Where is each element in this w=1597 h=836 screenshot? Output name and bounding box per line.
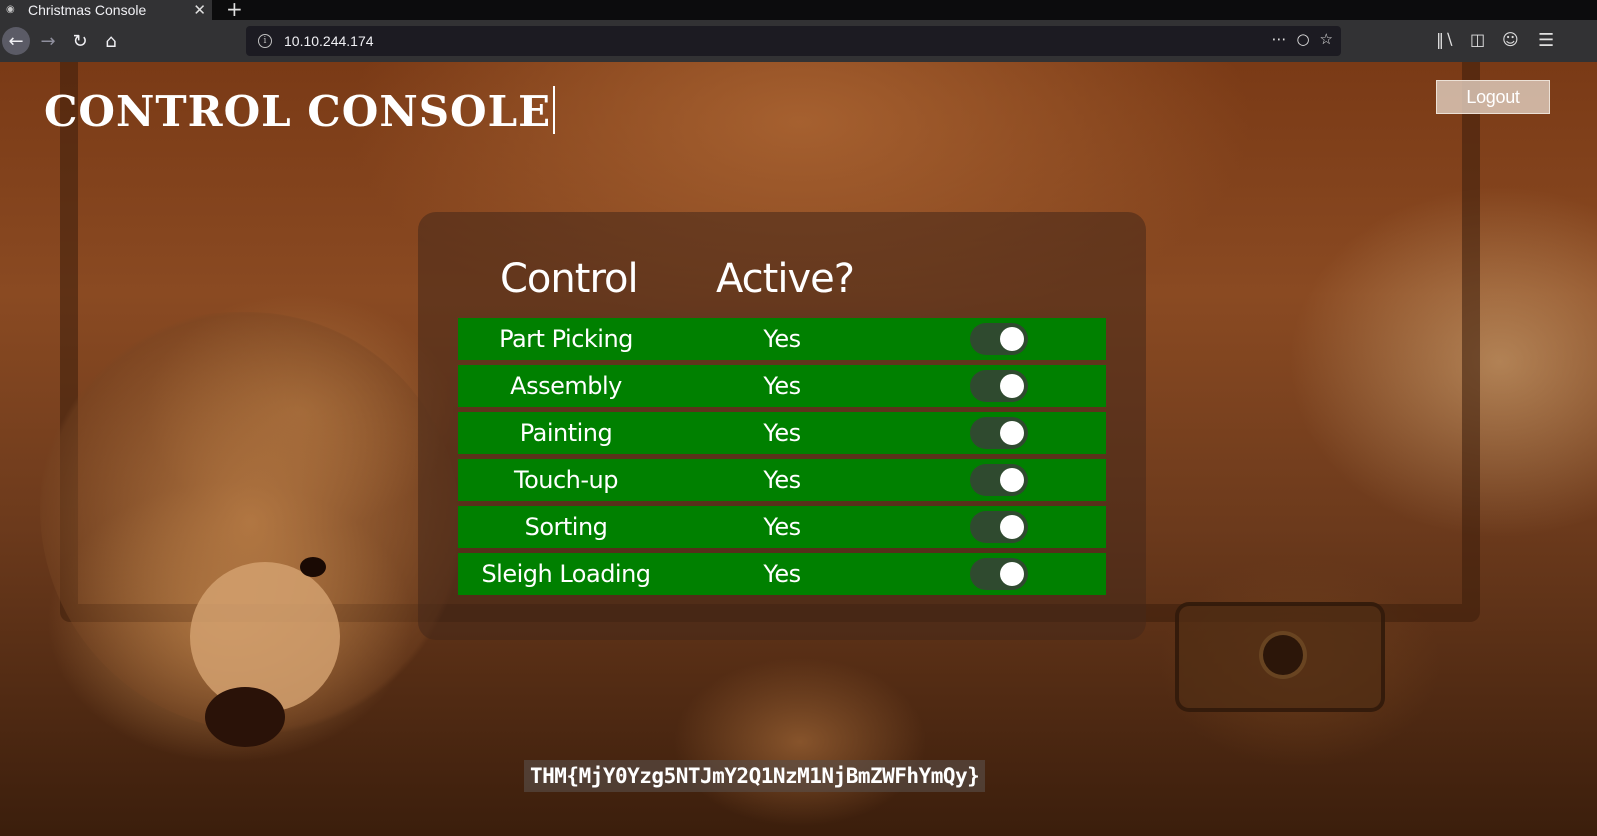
toggle-assembly[interactable] [970,370,1028,402]
column-header-active: Active? [716,256,855,302]
url-text[interactable]: 10.10.244.174 [284,33,374,49]
control-name: Painting [519,419,613,447]
control-name: Part Picking [499,325,633,353]
page-viewport: CONTROL CONSOLE Logout Control Active? P… [0,62,1597,836]
toggle-part-picking[interactable] [970,323,1028,355]
control-status: Yes [763,513,801,541]
control-status: Yes [763,419,801,447]
site-info-icon[interactable]: i [258,34,272,48]
control-name: Assembly [510,372,622,400]
control-row-sorting: Sorting Yes [458,506,1106,548]
toggle-knob [1000,421,1024,445]
home-icon[interactable]: ⌂ [97,28,125,54]
library-icon[interactable]: ‖∖ [1436,30,1454,49]
teddy-bear-snout [190,562,340,712]
control-row-assembly: Assembly Yes [458,365,1106,407]
new-tab-icon[interactable]: + [226,0,243,20]
teddy-bear-nose [205,687,285,747]
tab-favicon-icon: ◉ [6,4,15,15]
navigation-bar: ← → ↻ ⌂ i 10.10.244.174 ⋯ ○ ☆ ‖∖ ◫ ☺ ☰ [0,20,1597,62]
reload-icon[interactable]: ↻ [66,28,94,54]
teddy-bear-eye [300,557,326,577]
text-cursor [553,86,556,134]
page-title: CONTROL CONSOLE [44,86,556,136]
control-name: Sleigh Loading [481,560,651,588]
control-row-part-picking: Part Picking Yes [458,318,1106,360]
column-header-control: Control [500,256,639,302]
close-tab-icon[interactable]: ✕ [193,1,206,19]
toggle-painting[interactable] [970,417,1028,449]
pocket-icon[interactable]: ○ [1296,30,1309,48]
toggle-knob [1000,515,1024,539]
toggle-sleigh-loading[interactable] [970,558,1028,590]
tab-title: Christmas Console [28,2,147,18]
toggle-knob [1000,468,1024,492]
menu-icon[interactable]: ☰ [1538,30,1554,51]
control-status: Yes [763,372,801,400]
control-row-touch-up: Touch-up Yes [458,459,1106,501]
bookmark-star-icon[interactable]: ☆ [1320,30,1333,48]
sidebar-icon[interactable]: ◫ [1470,30,1485,49]
control-row-sleigh-loading: Sleigh Loading Yes [458,553,1106,595]
url-bar[interactable]: i 10.10.244.174 ⋯ ○ ☆ [246,26,1341,56]
browser-tab[interactable]: ◉ Christmas Console ✕ [0,0,212,20]
toggle-knob [1000,374,1024,398]
control-row-painting: Painting Yes [458,412,1106,454]
forward-icon[interactable]: → [34,28,62,54]
back-icon[interactable]: ← [2,27,30,55]
toggle-sorting[interactable] [970,511,1028,543]
control-status: Yes [763,325,801,353]
more-actions-icon[interactable]: ⋯ [1271,30,1286,48]
flag-text: THM{MjY0Yzg5NTJmY2Q1NzM1NjBmZWFhYmQy} [524,760,986,792]
account-icon[interactable]: ☺ [1502,30,1519,49]
control-list: Part Picking Yes Assembly Yes Painting Y… [458,318,1106,600]
logout-button[interactable]: Logout [1436,80,1550,114]
control-name: Touch-up [514,466,619,494]
control-panel: Control Active? Part Picking Yes Assembl… [418,212,1146,640]
control-name: Sorting [524,513,608,541]
toggle-touch-up[interactable] [970,464,1028,496]
control-status: Yes [763,560,801,588]
control-status: Yes [763,466,801,494]
keyhole [1259,631,1307,679]
url-actions: ⋯ ○ ☆ [1271,30,1333,48]
tab-bar: ◉ Christmas Console ✕ + [0,0,1597,20]
background-suitcase-lock [1175,602,1385,712]
toggle-knob [1000,327,1024,351]
toggle-knob [1000,562,1024,586]
